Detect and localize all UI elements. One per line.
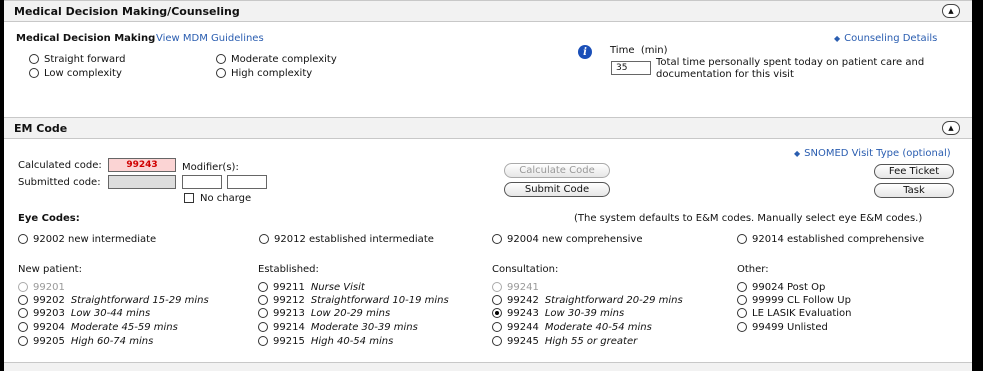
diamond-icon: ◆ [794,149,801,158]
radio-icon [492,336,502,346]
mdm-section-header: Medical Decision Making/Counseling ▲ [4,0,972,22]
counseling-details-link[interactable]: ◆ Counseling Details [834,33,937,44]
task-button[interactable]: Task [874,183,954,198]
radio-icon [737,295,747,305]
radio-icon [258,282,268,292]
em-code-99203[interactable]: 99203 Low 30-44 mins [18,307,150,319]
radio-icon [18,308,28,318]
radio-icon [18,322,28,332]
em-code-99499[interactable]: 99499 Unlisted [737,321,828,333]
time-description-line-2: documentation for this visit [656,69,794,80]
em-code-99202[interactable]: 99202 Straightforward 15-29 mins [18,294,209,306]
eye-code-92014[interactable]: 92014 established comprehensive [737,233,924,245]
snomed-visit-type-link[interactable]: ◆ SNOMED Visit Type (optional) [794,148,951,159]
em-section-header: EM Code ▲ [4,117,972,139]
radio-icon [18,282,28,292]
submitted-code-label: Submitted code: [18,177,101,188]
radio-icon [737,308,747,318]
mdm-section-title: Medical Decision Making/Counseling [14,5,240,18]
submit-code-button[interactable]: Submit Code [504,182,610,197]
calculate-code-button[interactable]: Calculate Code [504,163,610,178]
mdm-option-low-complexity[interactable]: Low complexity [29,67,122,79]
info-icon[interactable]: i [578,45,592,59]
new-patient-title: New patient: [18,264,82,275]
em-section-title: EM Code [14,122,68,135]
radio-icon [492,295,502,305]
time-label: Time (min) [610,45,668,56]
em-code-99213[interactable]: 99213 Low 20-29 mins [258,307,390,319]
em-code-99204[interactable]: 99204 Moderate 45-59 mins [18,321,178,333]
submitted-code-input[interactable] [108,175,176,189]
time-description-line-1: Total time personally spent today on pat… [656,57,925,68]
em-code-99215[interactable]: 99215 High 40-54 mins [258,335,393,347]
radio-icon [18,234,28,244]
mdm-option-moderate-complexity[interactable]: Moderate complexity [216,53,337,65]
radio-icon [737,234,747,244]
mdm-option-high-complexity[interactable]: High complexity [216,67,312,79]
radio-icon [258,336,268,346]
em-code-99214[interactable]: 99214 Moderate 30-39 mins [258,321,418,333]
em-code-99024[interactable]: 99024 Post Op [737,281,825,293]
em-collapse-button[interactable]: ▲ [942,121,960,135]
mdm-collapse-button[interactable]: ▲ [942,4,960,18]
em-code-99212[interactable]: 99212 Straightforward 10-19 mins [258,294,449,306]
consultation-title: Consultation: [492,264,559,275]
radio-icon [258,322,268,332]
em-code-99242[interactable]: 99242 Straightforward 20-29 mins [492,294,683,306]
em-code-99205[interactable]: 99205 High 60-74 mins [18,335,153,347]
caret-up-icon: ▲ [948,123,954,132]
other-title: Other: [737,264,769,275]
no-charge-checkbox[interactable]: No charge [184,192,251,204]
em-code-99245[interactable]: 99245 High 55 or greater [492,335,637,347]
em-code-99243[interactable]: 99243 Low 30-39 mins [492,307,624,319]
radio-icon [18,295,28,305]
em-code-le-lasik[interactable]: LE LASIK Evaluation [737,307,852,319]
checkbox-icon [184,193,194,203]
diamond-icon: ◆ [834,34,841,43]
em-code-99211[interactable]: 99211 Nurse Visit [258,281,365,293]
established-title: Established: [258,264,319,275]
modifier-input-2[interactable] [227,175,267,189]
caret-up-icon: ▲ [948,6,954,15]
fee-ticket-button[interactable]: Fee Ticket [874,164,954,179]
mdm-label: Medical Decision Making [16,33,156,44]
radio-icon [737,322,747,332]
eye-codes-label: Eye Codes: [18,213,80,224]
defaults-note: (The system defaults to E&M codes. Manua… [574,213,923,224]
radio-icon [216,68,226,78]
radio-icon [258,308,268,318]
mdm-guidelines-link[interactable]: View MDM Guidelines [156,33,264,44]
radio-icon [216,54,226,64]
eye-code-92002[interactable]: 92002 new intermediate [18,233,156,245]
em-code-99201[interactable]: 99201 [18,281,65,293]
radio-icon [492,234,502,244]
radio-icon [29,54,39,64]
em-code-99999[interactable]: 99999 CL Follow Up [737,294,851,306]
eye-code-92012[interactable]: 92012 established intermediate [259,233,434,245]
radio-icon [258,295,268,305]
calculated-code-label: Calculated code: [18,160,102,171]
modifier-input-1[interactable] [182,175,222,189]
time-input[interactable]: 35 [611,61,651,75]
radio-icon [492,282,502,292]
radio-icon [259,234,269,244]
main-frame: Medical Decision Making/Counseling ▲ Med… [4,0,972,371]
mdm-option-straight-forward[interactable]: Straight forward [29,53,125,65]
radio-icon [492,322,502,332]
modifier-label: Modifier(s): [182,162,239,173]
radio-icon [29,68,39,78]
eye-code-92004[interactable]: 92004 new comprehensive [492,233,642,245]
radio-icon [737,282,747,292]
radio-icon [18,336,28,346]
em-code-99244[interactable]: 99244 Moderate 40-54 mins [492,321,652,333]
em-code-99241[interactable]: 99241 [492,281,539,293]
calculated-code-value: 99243 [108,158,176,172]
radio-checked-icon [492,308,502,318]
